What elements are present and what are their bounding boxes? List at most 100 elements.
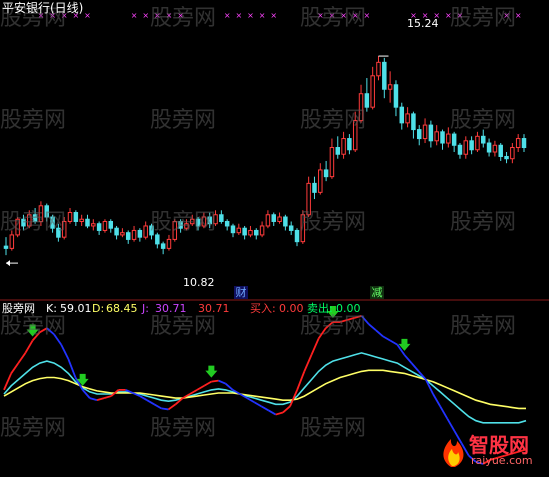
candle-body — [515, 138, 521, 149]
marker-x: × — [224, 11, 231, 20]
candle-body — [492, 144, 498, 153]
candle-body — [155, 234, 160, 245]
logo-url-text: raiyue.com — [471, 454, 533, 467]
candle-body — [312, 182, 317, 193]
candle-body — [230, 225, 236, 234]
candle-body — [254, 229, 259, 236]
candle-body — [451, 133, 457, 146]
watermark: 股旁网 — [300, 108, 367, 133]
series-j-segment — [211, 379, 219, 383]
j-label: J: — [142, 302, 149, 315]
watermark: 股旁网 — [450, 210, 517, 235]
marker-x: × — [131, 11, 138, 20]
candle-body — [399, 106, 405, 124]
candle-body — [405, 113, 410, 124]
candle-body — [416, 129, 422, 140]
candle-body — [288, 225, 294, 231]
watermark: 股旁网 — [150, 108, 217, 133]
sell-value: 0.00 — [336, 302, 361, 315]
series-j-segment — [196, 384, 205, 391]
watermark: 股旁网 — [300, 6, 367, 31]
candle-body — [137, 229, 143, 238]
watermark: 股旁网 — [300, 416, 367, 441]
candle-body — [440, 131, 445, 144]
watermark: 股旁网 — [150, 416, 217, 441]
candle-body — [224, 220, 230, 227]
candle-body — [323, 169, 329, 178]
low-price-label: 10.82 — [183, 276, 215, 289]
candle-body — [498, 144, 503, 157]
candle-body — [294, 229, 300, 243]
candle-body — [259, 225, 265, 236]
buy-label: 买入: — [250, 302, 276, 315]
series-j-segment — [253, 401, 262, 408]
candle-body — [67, 212, 73, 222]
series-j-segment — [296, 371, 306, 391]
series-j-segment — [189, 389, 198, 395]
series-j-segment — [167, 403, 177, 411]
marker-x: × — [270, 11, 277, 20]
series-j-segment — [368, 323, 377, 331]
series-j-segment — [146, 399, 155, 406]
series-j-segment — [24, 340, 34, 354]
candle-body — [457, 144, 463, 155]
d-value: 68.45 — [106, 302, 138, 315]
candle-body — [3, 245, 9, 249]
d-label: D: — [92, 302, 105, 315]
candle-body — [486, 142, 492, 153]
candle-body — [504, 155, 509, 160]
watermark: 股旁网 — [0, 416, 67, 441]
candle-body — [85, 218, 90, 227]
series-j-segment — [139, 395, 148, 401]
series-j-segment — [60, 344, 70, 360]
series-j-segment — [289, 389, 299, 407]
chart-title: 平安银行(日线) — [2, 1, 84, 15]
series-j-segment — [17, 352, 27, 364]
candle-body — [318, 169, 323, 193]
candle-body — [131, 229, 137, 240]
candle-body — [422, 124, 428, 140]
series-j-segment — [439, 405, 449, 420]
series-j-segment — [10, 362, 20, 374]
candle-body — [411, 113, 416, 131]
candle-body — [265, 214, 271, 227]
candle-body — [469, 140, 474, 151]
extra-value: 30.71 — [198, 302, 230, 315]
candle-body — [125, 232, 131, 240]
series-j-segment — [218, 379, 227, 385]
brand-logo: 智股网 raiyue.com — [437, 429, 545, 469]
candle-body — [277, 216, 282, 222]
watermark: 股旁网 — [450, 108, 517, 133]
series-j-segment — [260, 405, 270, 412]
candle-body — [219, 214, 224, 222]
buy-arrow-icon — [205, 365, 218, 378]
candle-body — [329, 147, 335, 178]
candle-body — [382, 61, 387, 90]
series-j-segment — [275, 411, 284, 416]
candle-body — [166, 238, 172, 249]
watermark: 股旁网 — [150, 6, 217, 31]
watermark: 股旁网 — [150, 210, 217, 235]
series-j-segment — [389, 339, 398, 346]
series-j-segment — [268, 409, 277, 416]
low-annotation-arrow — [6, 260, 10, 267]
chart-area: × × × × × × × × × × × × × × × × × × × × × × × × × × × — [0, 0, 549, 473]
candle-body — [481, 135, 486, 144]
series-j-segment — [103, 395, 112, 399]
series-j-segment — [203, 380, 212, 387]
marker-x: × — [247, 11, 254, 20]
candle-body — [335, 147, 340, 155]
series-j-segment — [432, 393, 441, 407]
candle-body — [387, 84, 393, 90]
indicator-name: 股旁网 — [2, 302, 35, 315]
candle-body — [96, 223, 102, 231]
series-j-segment — [96, 397, 105, 402]
marker-x: × — [235, 11, 242, 20]
j-value: 30.71 — [155, 302, 187, 315]
watermark: 股旁网 — [0, 108, 67, 133]
candle-body — [428, 124, 434, 142]
marker-x: × — [84, 11, 91, 20]
candle-body — [271, 214, 276, 222]
high-price-label: 15.24 — [407, 17, 439, 30]
series-j-segment — [225, 383, 234, 391]
